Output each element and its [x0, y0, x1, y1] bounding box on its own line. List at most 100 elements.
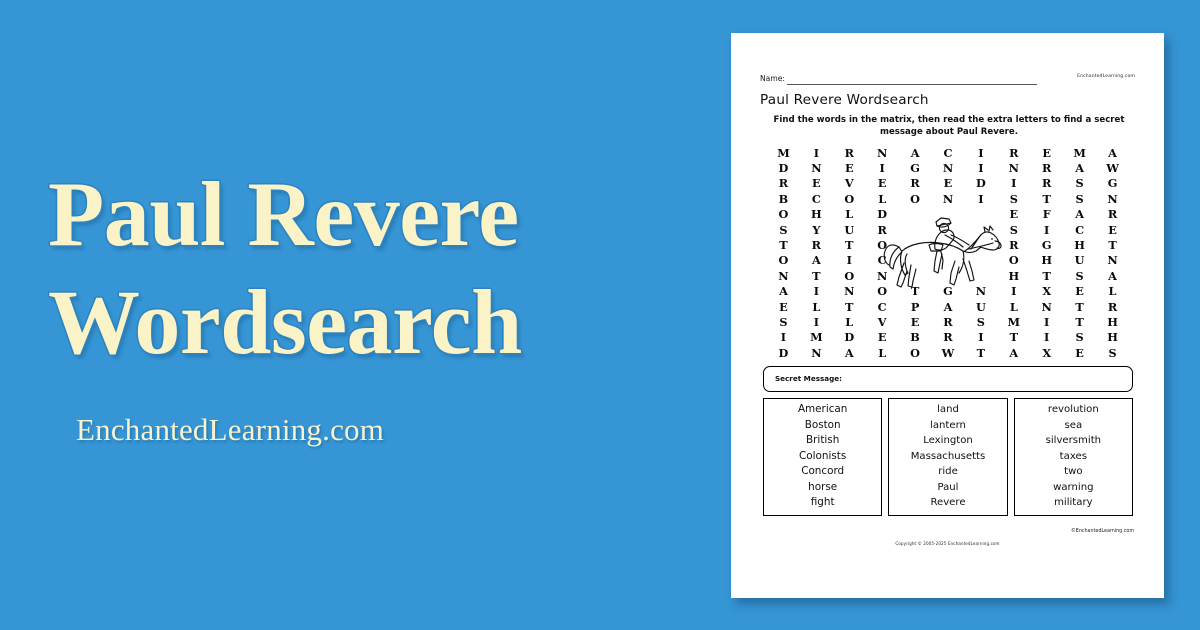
- wordsearch-cell[interactable]: T: [1063, 299, 1096, 314]
- wordsearch-cell[interactable]: S: [997, 222, 1030, 237]
- wordsearch-cell[interactable]: E: [932, 176, 965, 191]
- wordsearch-cell[interactable]: E: [1030, 145, 1063, 160]
- wordsearch-cell[interactable]: I: [800, 314, 833, 329]
- wordsearch-cell[interactable]: M: [767, 145, 800, 160]
- wordsearch-cell[interactable]: D: [833, 330, 866, 345]
- wordsearch-cell[interactable]: L: [997, 299, 1030, 314]
- wordsearch-cell[interactable]: T: [899, 284, 932, 299]
- wordsearch-cell[interactable]: R: [1030, 160, 1063, 175]
- wordsearch-cell[interactable]: C: [800, 191, 833, 206]
- wordsearch-cell[interactable]: N: [1096, 253, 1129, 268]
- wordsearch-cell[interactable]: T: [800, 268, 833, 283]
- wordsearch-cell[interactable]: U: [833, 222, 866, 237]
- wordsearch-cell[interactable]: H: [800, 207, 833, 222]
- wordsearch-cell[interactable]: R: [833, 145, 866, 160]
- wordsearch-cell[interactable]: D: [767, 160, 800, 175]
- wordsearch-cell[interactable]: I: [833, 253, 866, 268]
- wordsearch-cell[interactable]: [899, 253, 932, 268]
- wordsearch-cell[interactable]: A: [833, 345, 866, 360]
- wordsearch-cell[interactable]: A: [1063, 207, 1096, 222]
- wordsearch-cell[interactable]: O: [866, 237, 899, 252]
- wordsearch-cell[interactable]: U: [1063, 253, 1096, 268]
- wordsearch-cell[interactable]: V: [833, 176, 866, 191]
- wordsearch-cell[interactable]: N: [1096, 191, 1129, 206]
- wordsearch-cell[interactable]: T: [1030, 191, 1063, 206]
- wordsearch-cell[interactable]: G: [1096, 176, 1129, 191]
- wordsearch-cell[interactable]: C: [932, 145, 965, 160]
- wordsearch-cell[interactable]: E: [866, 176, 899, 191]
- wordsearch-cell[interactable]: T: [964, 345, 997, 360]
- wordsearch-cell[interactable]: [932, 237, 965, 252]
- wordsearch-cell[interactable]: X: [1030, 345, 1063, 360]
- wordsearch-cell[interactable]: N: [932, 191, 965, 206]
- wordsearch-cell[interactable]: A: [1096, 268, 1129, 283]
- wordsearch-grid[interactable]: MIRNACIREMADNEIGNINRAWREVEREDIRSGBCOLONI…: [767, 145, 1129, 360]
- wordsearch-cell[interactable]: [964, 253, 997, 268]
- wordsearch-cell[interactable]: L: [1096, 284, 1129, 299]
- wordsearch-cell[interactable]: I: [800, 284, 833, 299]
- wordsearch-cell[interactable]: R: [932, 314, 965, 329]
- wordsearch-cell[interactable]: W: [1096, 160, 1129, 175]
- wordsearch-cell[interactable]: N: [932, 160, 965, 175]
- wordsearch-cell[interactable]: I: [997, 284, 1030, 299]
- wordsearch-cell[interactable]: I: [866, 160, 899, 175]
- wordsearch-cell[interactable]: [964, 222, 997, 237]
- wordsearch-cell[interactable]: O: [899, 345, 932, 360]
- wordsearch-cell[interactable]: X: [1030, 284, 1063, 299]
- wordsearch-cell[interactable]: [964, 268, 997, 283]
- wordsearch-cell[interactable]: [932, 253, 965, 268]
- wordsearch-cell[interactable]: S: [997, 191, 1030, 206]
- wordsearch-cell[interactable]: I: [964, 330, 997, 345]
- wordsearch-cell[interactable]: R: [997, 237, 1030, 252]
- wordsearch-cell[interactable]: [932, 222, 965, 237]
- wordsearch-cell[interactable]: E: [833, 160, 866, 175]
- wordsearch-cell[interactable]: T: [1096, 237, 1129, 252]
- wordsearch-cell[interactable]: T: [767, 237, 800, 252]
- wordsearch-cell[interactable]: R: [800, 237, 833, 252]
- wordsearch-cell[interactable]: L: [866, 191, 899, 206]
- wordsearch-cell[interactable]: S: [1063, 330, 1096, 345]
- wordsearch-cell[interactable]: I: [1030, 330, 1063, 345]
- wordsearch-cell[interactable]: N: [1030, 299, 1063, 314]
- wordsearch-cell[interactable]: R: [997, 145, 1030, 160]
- wordsearch-cell[interactable]: R: [932, 330, 965, 345]
- wordsearch-cell[interactable]: I: [997, 176, 1030, 191]
- wordsearch-cell[interactable]: O: [833, 268, 866, 283]
- wordsearch-cell[interactable]: G: [899, 160, 932, 175]
- wordsearch-cell[interactable]: B: [899, 330, 932, 345]
- wordsearch-cell[interactable]: I: [964, 191, 997, 206]
- wordsearch-cell[interactable]: C: [866, 299, 899, 314]
- wordsearch-cell[interactable]: L: [800, 299, 833, 314]
- wordsearch-cell[interactable]: N: [767, 268, 800, 283]
- wordsearch-cell[interactable]: A: [932, 299, 965, 314]
- wordsearch-cell[interactable]: R: [1096, 207, 1129, 222]
- wordsearch-cell[interactable]: A: [1096, 145, 1129, 160]
- wordsearch-cell[interactable]: R: [1096, 299, 1129, 314]
- wordsearch-cell[interactable]: G: [1030, 237, 1063, 252]
- wordsearch-cell[interactable]: R: [767, 176, 800, 191]
- wordsearch-cell[interactable]: C: [866, 253, 899, 268]
- secret-message-box[interactable]: Secret Message:: [763, 366, 1133, 392]
- wordsearch-cell[interactable]: S: [1096, 345, 1129, 360]
- wordsearch-cell[interactable]: T: [1030, 268, 1063, 283]
- wordsearch-cell[interactable]: A: [997, 345, 1030, 360]
- wordsearch-cell[interactable]: O: [767, 207, 800, 222]
- wordsearch-cell[interactable]: H: [1030, 253, 1063, 268]
- wordsearch-cell[interactable]: S: [1063, 176, 1096, 191]
- wordsearch-cell[interactable]: H: [997, 268, 1030, 283]
- wordsearch-cell[interactable]: H: [1096, 314, 1129, 329]
- wordsearch-cell[interactable]: T: [997, 330, 1030, 345]
- wordsearch-cell[interactable]: S: [1063, 191, 1096, 206]
- wordsearch-cell[interactable]: T: [833, 237, 866, 252]
- wordsearch-cell[interactable]: N: [866, 145, 899, 160]
- wordsearch-cell[interactable]: Y: [800, 222, 833, 237]
- wordsearch-cell[interactable]: W: [932, 345, 965, 360]
- wordsearch-cell[interactable]: M: [800, 330, 833, 345]
- wordsearch-cell[interactable]: C: [1063, 222, 1096, 237]
- wordsearch-cell[interactable]: A: [1063, 160, 1096, 175]
- wordsearch-cell[interactable]: O: [997, 253, 1030, 268]
- wordsearch-cell[interactable]: V: [866, 314, 899, 329]
- wordsearch-cell[interactable]: A: [767, 284, 800, 299]
- wordsearch-cell[interactable]: [899, 207, 932, 222]
- wordsearch-cell[interactable]: N: [800, 160, 833, 175]
